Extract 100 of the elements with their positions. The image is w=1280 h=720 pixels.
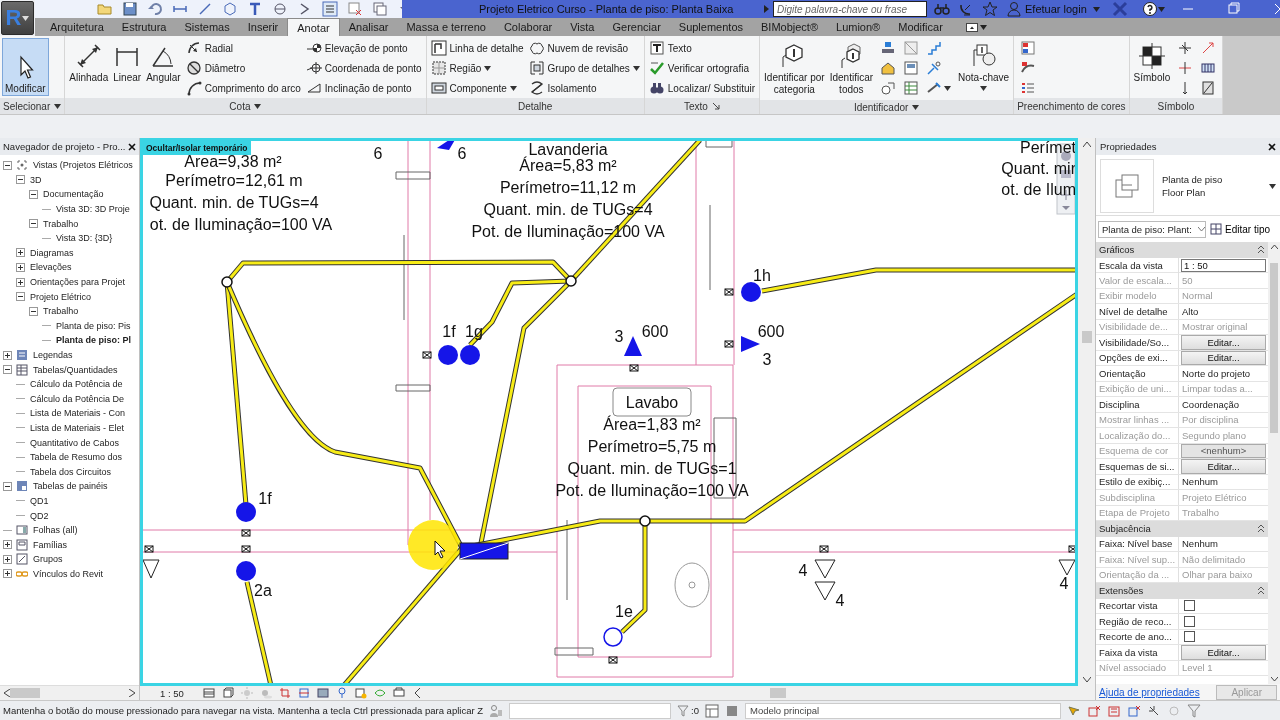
tree-item[interactable]: Legendas	[32, 350, 74, 360]
ribbon-button[interactable]: Radial	[183, 38, 303, 58]
ribbon-button[interactable]: Linha de detalhe	[428, 38, 526, 58]
ribbon-button[interactable]: Localizar/ Substituir	[646, 78, 758, 98]
collapse-icon[interactable]	[3, 481, 12, 491]
collapse-icon[interactable]	[16, 175, 25, 185]
tree-item[interactable]: Tabelas de painéis	[32, 481, 109, 492]
ribbon-tab[interactable]: Inserir	[238, 18, 288, 36]
tag-beam-icon[interactable]	[880, 40, 897, 56]
collapse-icon[interactable]	[3, 365, 12, 375]
property-field[interactable]: 1 : 50	[1181, 258, 1266, 272]
ribbon-button[interactable]: Nota-chave	[956, 38, 1012, 96]
tree-item[interactable]: Orientações para Projet	[29, 277, 127, 288]
checkbox[interactable]	[1184, 631, 1195, 643]
binoculars-icon[interactable]	[934, 1, 950, 17]
filter-icon[interactable]	[1187, 703, 1201, 718]
ribbon-button[interactable]: Inclinação de ponto	[303, 78, 424, 98]
worksharing-icon[interactable]	[392, 687, 405, 699]
ribbon-tab[interactable]: Analisar	[339, 18, 398, 36]
tree-item[interactable]: Vista 3D: 3D Proje	[55, 204, 131, 215]
ribbon-button[interactable]: Componente	[428, 78, 526, 98]
ribbon-tab[interactable]: Sistemas	[175, 18, 239, 36]
expand-icon[interactable]	[3, 350, 12, 360]
group-header[interactable]: Extensões	[1096, 583, 1268, 599]
ribbon-tab[interactable]: Arquitetura	[41, 18, 113, 36]
collapse-icon[interactable]	[29, 219, 38, 229]
user-icon[interactable]	[1006, 1, 1022, 17]
ribbon-tab[interactable]: Vista	[561, 18, 604, 36]
tree-item[interactable]: Documentação	[42, 189, 105, 200]
ribbon-button[interactable]: Coordenada de ponto	[303, 58, 424, 78]
ribbon-button[interactable]: Modificar	[2, 38, 49, 96]
tag-space-icon[interactable]	[903, 40, 920, 56]
ribbon-button[interactable]: Nuvem de revisão	[526, 38, 642, 58]
detail-level-icon[interactable]	[202, 687, 215, 699]
workset-field[interactable]: Modelo principal	[745, 702, 1061, 719]
close-views-icon[interactable]	[347, 1, 363, 17]
save-icon[interactable]	[122, 1, 138, 17]
ribbon-button[interactable]: Símbolo	[1131, 38, 1173, 96]
filter-icon[interactable]	[677, 704, 690, 717]
ribbon-tab[interactable]: BIMobject®	[752, 18, 828, 36]
ribbon-button[interactable]: Linear	[111, 38, 144, 96]
type-selector[interactable]: Planta de piso Floor Plan	[1096, 157, 1280, 216]
tree-item[interactable]: 3D	[29, 174, 43, 185]
star-icon[interactable]	[982, 1, 998, 17]
ribbon-button[interactable]: Verificar ortografia	[646, 58, 758, 78]
checkbox[interactable]	[1184, 600, 1195, 612]
tag-room-icon[interactable]	[880, 60, 897, 76]
select-underlay-icon[interactable]	[1087, 703, 1101, 718]
group-header[interactable]: Gráficos	[1096, 242, 1268, 258]
expand-icon[interactable]	[3, 540, 12, 550]
ribbon-button[interactable]: Texto	[646, 38, 758, 58]
property-button[interactable]: Editar...	[1181, 645, 1266, 660]
property-button[interactable]: Editar...	[1181, 335, 1266, 350]
search-field[interactable]: Digite palavra-chave ou frase	[773, 1, 927, 17]
tree-item[interactable]: Cálculo da Potência de	[29, 379, 124, 390]
expand-icon[interactable]	[16, 277, 25, 287]
tree-item[interactable]: Elevações	[29, 262, 73, 273]
tree-item[interactable]: Quantitativo de Cabos	[29, 437, 121, 448]
tag-multi-icon[interactable]	[926, 60, 943, 76]
scroll-up-icon[interactable]	[1270, 245, 1278, 249]
tree-item[interactable]: Famílias	[32, 539, 68, 550]
scroll-left-icon[interactable]	[4, 689, 10, 697]
launcher-icon[interactable]	[711, 102, 720, 110]
scroll-down-icon[interactable]	[1082, 677, 1091, 682]
tree-item[interactable]: Folhas (all)	[32, 525, 79, 536]
unlocked-view-icon[interactable]	[316, 687, 329, 699]
ribbon-tab[interactable]: Suplementos	[669, 18, 752, 36]
close-icon[interactable]	[1268, 142, 1276, 151]
ribbon-button[interactable]: Alinhada	[67, 38, 111, 96]
ribbon-tab[interactable]: Modificar	[889, 18, 952, 36]
tag-icon[interactable]	[222, 1, 238, 17]
hide-icon[interactable]	[354, 687, 367, 699]
status-field[interactable]	[509, 702, 672, 719]
area-reinforcement-icon[interactable]	[1200, 60, 1217, 76]
tree-item[interactable]: Lista de Materiais - Elet	[29, 423, 126, 433]
ribbon-button[interactable]: Região	[428, 58, 526, 78]
collapse-icon[interactable]	[3, 160, 12, 170]
stair-path-icon[interactable]	[1200, 40, 1217, 56]
tree-item[interactable]: Cálculo da Potência De	[29, 393, 126, 404]
tree-item[interactable]: Vistas (Projetos Elétricos	[32, 160, 134, 171]
edit-type-button[interactable]: Editar tipo	[1210, 223, 1271, 235]
drag-icon[interactable]	[1147, 703, 1161, 718]
scrollbar-thumb[interactable]	[1270, 263, 1278, 433]
help-icon[interactable]	[1141, 1, 1158, 17]
tree-item[interactable]: Projeto Elétrico	[29, 291, 93, 302]
scrollbar-thumb[interactable]	[1081, 331, 1092, 343]
tree-item[interactable]: Diagramas	[29, 247, 75, 258]
ribbon-button[interactable]: Grupo de detalhes	[526, 58, 642, 78]
collapse-icon[interactable]	[29, 190, 38, 199]
pin-icon[interactable]	[335, 687, 348, 699]
group-header[interactable]: Subjacência	[1096, 521, 1268, 537]
crop-icon[interactable]	[278, 687, 291, 699]
design-options-icon[interactable]	[725, 703, 739, 718]
tree-item[interactable]: QD1	[29, 495, 50, 506]
editable-only-icon[interactable]	[705, 703, 719, 718]
tree-item[interactable]: Vínculos do Revit	[32, 568, 105, 579]
switch-windows-icon[interactable]	[372, 1, 388, 17]
ribbon-tab[interactable]: Estrutura	[112, 18, 176, 36]
expand-icon[interactable]	[3, 569, 12, 579]
ribbon-tab[interactable]: Anotar	[287, 18, 340, 36]
